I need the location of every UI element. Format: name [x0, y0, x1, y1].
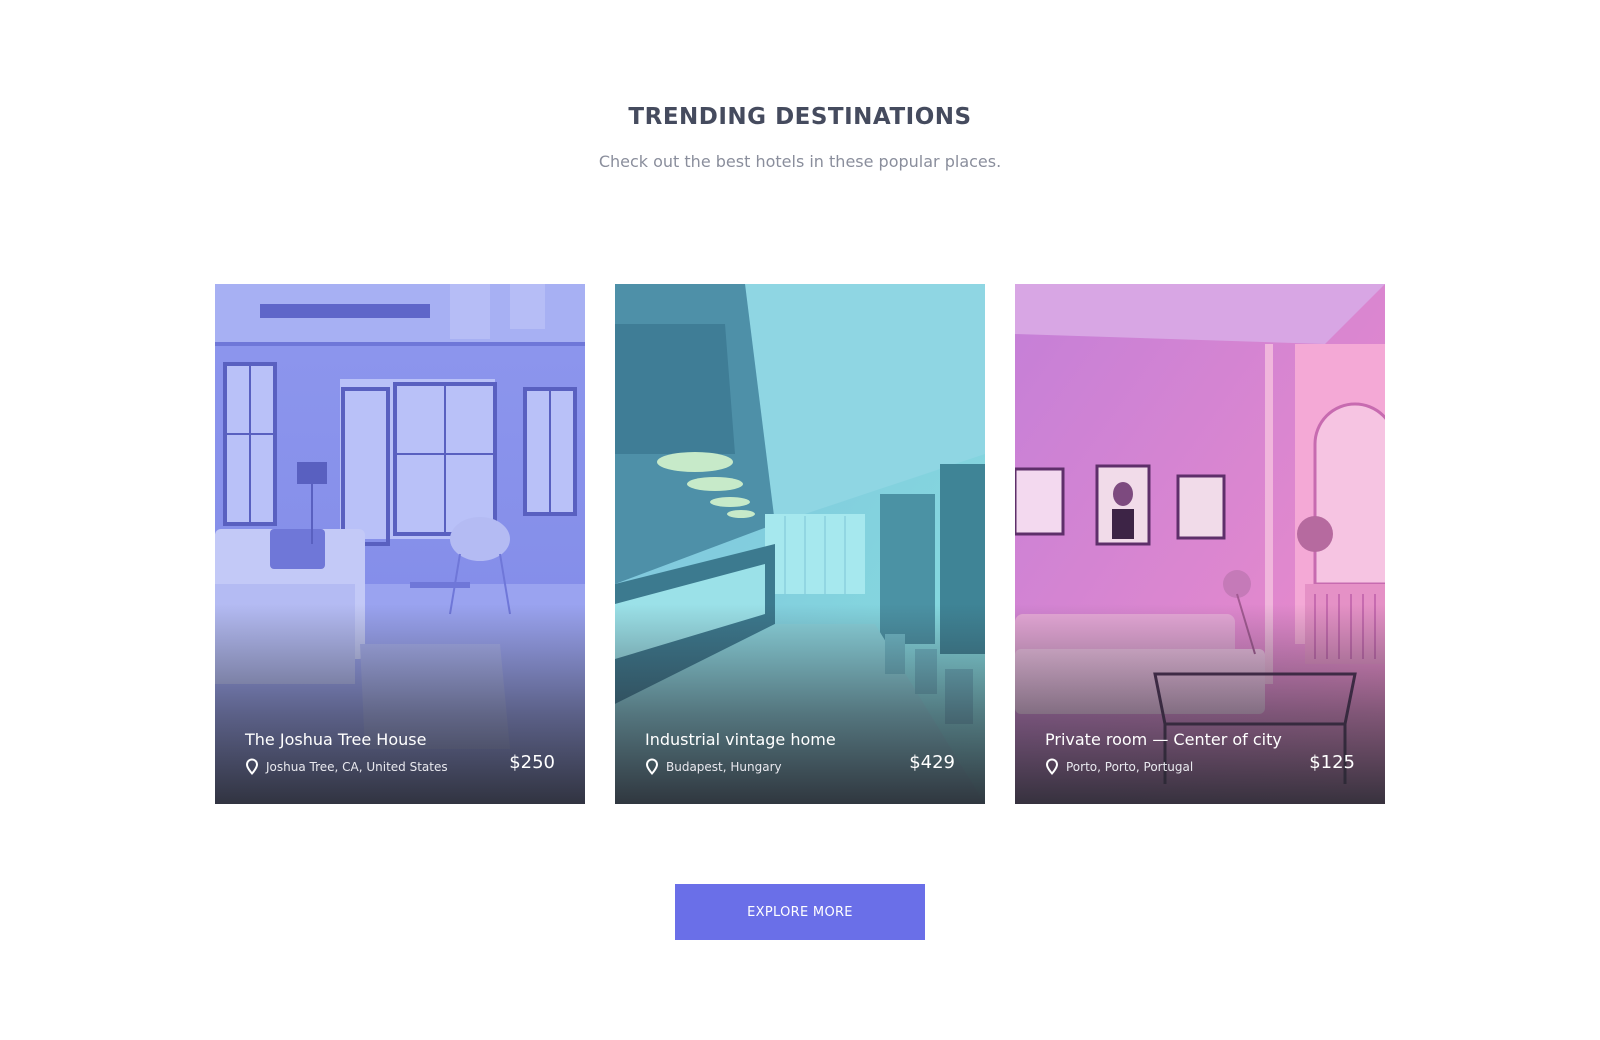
card-name: Private room — Center of city — [1045, 730, 1282, 749]
card-location-text: Budapest, Hungary — [666, 759, 782, 774]
card-name: The Joshua Tree House — [245, 730, 427, 749]
card-location-text: Joshua Tree, CA, United States — [266, 759, 448, 774]
card-price: $429 — [909, 752, 955, 773]
card-name: Industrial vintage home — [645, 730, 836, 749]
card-location-text: Porto, Porto, Portugal — [1066, 759, 1194, 774]
map-pin-icon — [645, 758, 659, 775]
explore-more-button[interactable]: EXPLORE MORE — [675, 884, 925, 940]
card-location: Joshua Tree, CA, United States — [245, 758, 448, 775]
card-price: $250 — [509, 752, 555, 773]
destination-card-private-room[interactable]: Private room — Center of city Porto, Por… — [1015, 284, 1385, 804]
section-subtitle: Check out the best hotels in these popul… — [598, 152, 1002, 171]
map-pin-icon — [1045, 758, 1059, 775]
destination-card-industrial-vintage[interactable]: Industrial vintage home Budapest, Hungar… — [615, 284, 985, 804]
card-location: Porto, Porto, Portugal — [1045, 758, 1193, 775]
map-pin-icon — [245, 758, 259, 775]
destination-card-joshua-tree[interactable]: The Joshua Tree House Joshua Tree, CA, U… — [215, 284, 585, 804]
card-price: $125 — [1309, 752, 1355, 773]
destination-cards: The Joshua Tree House Joshua Tree, CA, U… — [215, 284, 1387, 804]
card-location: Budapest, Hungary — [645, 758, 782, 775]
section-title: TRENDING DESTINATIONS — [628, 104, 972, 130]
